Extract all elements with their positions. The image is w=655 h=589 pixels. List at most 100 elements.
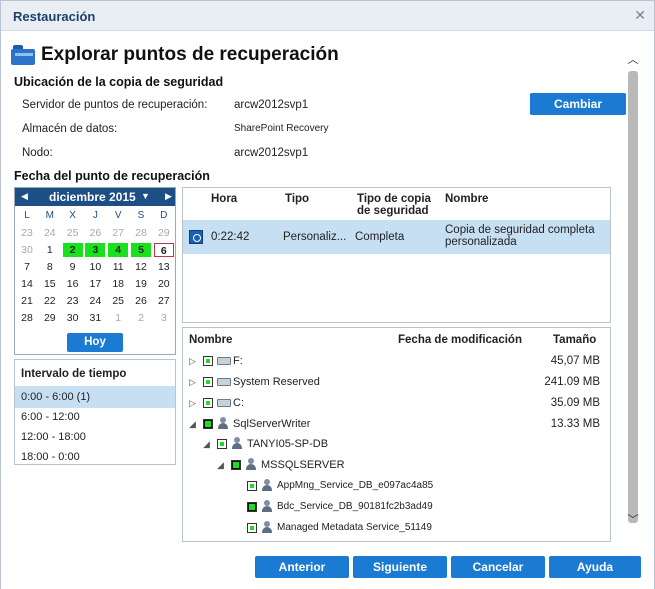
calendar-day[interactable]: 29 xyxy=(154,226,174,240)
calendar-day[interactable]: 24 xyxy=(85,294,105,308)
calendar-day[interactable]: 26 xyxy=(131,294,151,308)
calendar-day[interactable]: 25 xyxy=(63,226,83,240)
calendar-day[interactable]: 30 xyxy=(17,243,37,257)
calendar-day[interactable]: 31 xyxy=(85,311,105,325)
tree-row[interactable]: ▷ System Reserved 241.09 MB xyxy=(183,373,610,393)
tree-row-label: System Reserved xyxy=(233,376,320,388)
checkbox-partial[interactable] xyxy=(217,439,227,449)
today-button[interactable]: Hoy xyxy=(67,333,123,352)
calendar-day[interactable]: 24 xyxy=(40,226,60,240)
calendar-day[interactable]: 1 xyxy=(108,311,128,325)
tree-row[interactable]: ▷ F: 45,07 MB xyxy=(183,352,610,372)
table-row[interactable]: 0:22:42 Personaliz... Completa Copia de … xyxy=(183,220,610,254)
calendar-day[interactable]: 5 xyxy=(131,243,151,257)
calendar-day[interactable]: 3 xyxy=(154,311,174,325)
calendar-day[interactable]: 12 xyxy=(131,260,151,274)
collapse-icon[interactable]: ◢ xyxy=(189,419,196,430)
calendar-day[interactable]: 27 xyxy=(154,294,174,308)
column-tipo[interactable]: Tipo xyxy=(285,193,309,205)
cancel-button[interactable]: Cancelar xyxy=(451,556,545,578)
column-size[interactable]: Tamaño xyxy=(553,334,596,346)
tree-row[interactable]: Managed Metadata Service_51149 xyxy=(183,519,610,539)
collapse-icon[interactable]: ◢ xyxy=(217,460,224,471)
calendar-day[interactable]: 28 xyxy=(17,311,37,325)
calendar-day[interactable]: 13 xyxy=(154,260,174,274)
checkbox-partial[interactable] xyxy=(203,356,213,366)
month-dropdown-icon[interactable]: ▼ xyxy=(141,191,150,201)
title-bar: Restauración ✕ xyxy=(1,1,654,31)
scroll-up-icon[interactable]: ︿ xyxy=(626,51,640,66)
column-name[interactable]: Nombre xyxy=(189,334,232,346)
calendar-day[interactable]: 7 xyxy=(17,260,37,274)
calendar-day[interactable]: 16 xyxy=(63,277,83,291)
calendar-day[interactable]: 19 xyxy=(131,277,151,291)
collapse-icon[interactable]: ◢ xyxy=(203,439,210,450)
column-tipo-copia[interactable]: Tipo de copia de seguridad xyxy=(357,193,437,217)
tree-row[interactable]: Bdc_Service_DB_90181fc2b3ad49 xyxy=(183,498,610,518)
node-value: arcw2012svp1 xyxy=(234,147,309,159)
change-button[interactable]: Cambiar xyxy=(530,93,626,115)
calendar-day[interactable]: 23 xyxy=(63,294,83,308)
checkbox-partial[interactable] xyxy=(203,377,213,387)
calendar-day[interactable]: 23 xyxy=(17,226,37,240)
calendar-day[interactable]: 4 xyxy=(108,243,129,257)
scroll-down-icon[interactable]: ﹀ xyxy=(626,511,640,526)
tree-row[interactable]: ◢ TANYI05-SP-DB xyxy=(183,435,610,455)
scroll-thumb[interactable] xyxy=(628,71,638,523)
checkbox-checked[interactable] xyxy=(231,460,241,470)
next-button[interactable]: Siguiente xyxy=(353,556,447,578)
calendar-day[interactable]: 22 xyxy=(40,294,60,308)
column-nombre[interactable]: Nombre xyxy=(445,193,488,205)
calendar-day[interactable]: 21 xyxy=(17,294,37,308)
tree-row[interactable]: ◢ SqlServerWriter 13.33 MB xyxy=(183,415,610,435)
column-hora[interactable]: Hora xyxy=(211,193,237,205)
expand-icon[interactable]: ▷ xyxy=(189,377,196,388)
time-interval-item[interactable]: 6:00 - 12:00 xyxy=(15,406,175,428)
calendar-day[interactable]: 28 xyxy=(131,226,151,240)
checkbox-partial[interactable] xyxy=(247,481,257,491)
calendar-day[interactable]: 3 xyxy=(85,243,106,257)
calendar-day[interactable]: 26 xyxy=(85,226,105,240)
calendar-day[interactable]: 10 xyxy=(85,260,105,274)
month-label[interactable]: diciembre 2015 xyxy=(49,190,136,204)
calendar-day[interactable]: 14 xyxy=(17,277,37,291)
vertical-scrollbar[interactable]: ︿ ﹀ xyxy=(626,41,640,539)
calendar-day[interactable]: 1 xyxy=(40,243,60,257)
weekday-label: X xyxy=(69,210,76,221)
checkbox-checked[interactable] xyxy=(247,502,257,512)
calendar-day[interactable]: 18 xyxy=(108,277,128,291)
calendar-day[interactable]: 2 xyxy=(131,311,151,325)
time-interval-item[interactable]: 12:00 - 18:00 xyxy=(15,426,175,448)
checkbox-checked[interactable] xyxy=(203,419,213,429)
calendar-day[interactable]: 11 xyxy=(108,260,128,274)
close-icon[interactable]: ✕ xyxy=(634,7,646,24)
calendar-day[interactable]: 25 xyxy=(108,294,128,308)
expand-icon[interactable]: ▷ xyxy=(189,398,196,409)
calendar-day[interactable]: 8 xyxy=(40,260,60,274)
time-interval-item[interactable]: 0:00 - 6:00 (1) xyxy=(15,386,175,408)
server-label: Servidor de puntos de recuperación: xyxy=(22,99,208,111)
calendar-day[interactable]: 9 xyxy=(63,260,83,274)
calendar-day[interactable]: 2 xyxy=(62,243,83,257)
checkbox-partial[interactable] xyxy=(247,523,257,533)
tree-row[interactable]: ▷ C: 35.09 MB xyxy=(183,394,610,414)
calendar-day[interactable]: 6 xyxy=(153,243,174,257)
calendar-day[interactable]: 20 xyxy=(154,277,174,291)
tree-row-size: 241.09 MB xyxy=(544,376,600,388)
calendar-day[interactable]: 27 xyxy=(108,226,128,240)
calendar-day[interactable]: 30 xyxy=(63,311,83,325)
time-interval-item[interactable]: 18:00 - 0:00 xyxy=(15,446,175,468)
calendar-day[interactable]: 15 xyxy=(40,277,60,291)
next-month-icon[interactable]: ▶ xyxy=(165,191,172,202)
back-button[interactable]: Anterior xyxy=(255,556,349,578)
calendar-day[interactable]: 29 xyxy=(40,311,60,325)
help-button[interactable]: Ayuda xyxy=(549,556,641,578)
tree-row[interactable]: ◢ MSSQLSERVER xyxy=(183,456,610,476)
tree-row[interactable]: AppMng_Service_DB_e097ac4a85 xyxy=(183,477,610,497)
column-modified[interactable]: Fecha de modificación xyxy=(398,334,522,346)
checkbox-partial[interactable] xyxy=(203,398,213,408)
prev-month-icon[interactable]: ◀ xyxy=(21,191,28,202)
expand-icon[interactable]: ▷ xyxy=(189,356,196,367)
page-title: Explorar puntos de recuperación xyxy=(41,44,339,65)
calendar-day[interactable]: 17 xyxy=(85,277,105,291)
